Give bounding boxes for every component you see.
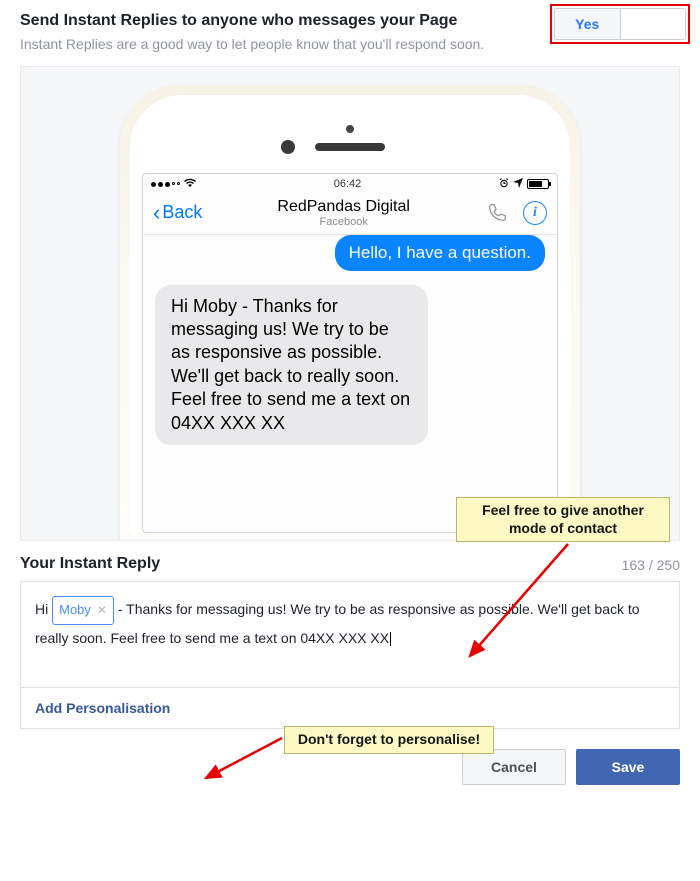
annotation-contact-mode: Feel free to give another mode of contac… <box>456 497 670 542</box>
contact-platform: Facebook <box>320 216 368 228</box>
instant-reply-bubble: Hi Moby - Thanks for messaging us! We tr… <box>155 285 428 445</box>
phone-screen: 06:42 ‹ Back <box>142 173 558 533</box>
status-time: 06:42 <box>334 178 362 190</box>
chip-label: Moby <box>59 598 91 623</box>
add-personalisation-link[interactable]: Add Personalisation <box>35 700 170 716</box>
editor-text-fragment: Hi <box>35 601 52 617</box>
editor-textarea[interactable]: Hi Moby ✕ - Thanks for messaging us! We t… <box>21 582 679 687</box>
alarm-icon <box>499 178 509 191</box>
call-icon[interactable] <box>485 201 509 225</box>
char-count: 163 / 250 <box>622 557 680 573</box>
battery-icon <box>527 179 549 189</box>
toggle-yes[interactable]: Yes <box>555 9 621 39</box>
chip-remove-icon[interactable]: ✕ <box>97 599 107 622</box>
personalisation-chip[interactable]: Moby ✕ <box>52 596 114 625</box>
instant-replies-toggle[interactable]: Yes <box>554 8 686 40</box>
user-message-bubble: Hello, I have a question. <box>335 235 545 271</box>
back-button[interactable]: ‹ Back <box>153 202 202 223</box>
phone-preview-panel: 06:42 ‹ Back <box>20 66 680 541</box>
status-bar: 06:42 <box>143 174 557 194</box>
save-button[interactable]: Save <box>576 749 680 785</box>
toggle-off[interactable] <box>621 9 686 39</box>
highlight-box: Yes <box>550 4 690 44</box>
annotation-personalise: Don't forget to personalise! <box>284 726 494 754</box>
chevron-left-icon: ‹ <box>153 204 160 222</box>
chat-header: RedPandas Digital Facebook <box>277 198 410 228</box>
info-icon[interactable]: i <box>523 201 547 225</box>
editor-text-fragment: - Thanks for messaging us! We try to be … <box>35 601 640 646</box>
signal-icon <box>151 182 180 187</box>
text-caret <box>390 632 391 646</box>
phone-frame: 06:42 ‹ Back <box>120 85 580 540</box>
editor-title: Your Instant Reply <box>20 555 160 573</box>
cancel-button[interactable]: Cancel <box>462 749 566 785</box>
wifi-icon <box>184 178 196 191</box>
location-icon <box>513 178 523 191</box>
instant-reply-editor[interactable]: Hi Moby ✕ - Thanks for messaging us! We t… <box>20 581 680 729</box>
back-label: Back <box>162 202 202 223</box>
contact-name: RedPandas Digital <box>277 198 410 216</box>
